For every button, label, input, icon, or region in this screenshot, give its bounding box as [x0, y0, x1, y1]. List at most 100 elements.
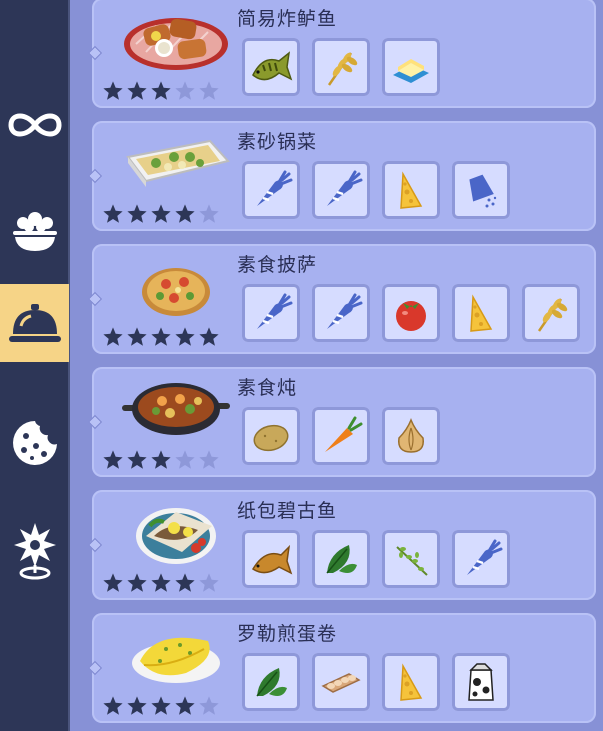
star-rating [102, 326, 220, 348]
ingredient-slot[interactable] [242, 407, 300, 465]
ingredient-slot[interactable] [312, 530, 370, 588]
card-pointer [87, 45, 103, 61]
card-pointer [87, 537, 103, 553]
ingredient-slot[interactable] [382, 530, 440, 588]
recipe-title: 罗勒煎蛋卷 [237, 623, 338, 645]
star-filled-icon [174, 572, 196, 594]
ingredient-slot[interactable] [382, 407, 440, 465]
vegetable-icon [319, 291, 363, 335]
ingredient-slot[interactable] [312, 407, 370, 465]
ingredient-slot[interactable] [242, 284, 300, 342]
cloche-icon [8, 304, 61, 342]
tomato-icon [389, 291, 433, 335]
star-filled-icon [126, 695, 148, 717]
ingredient-slot[interactable] [242, 38, 300, 96]
basil-icon [319, 537, 363, 581]
star-filled-icon [102, 695, 124, 717]
dish-image [116, 250, 236, 320]
star-rating [102, 80, 220, 102]
carrot-icon [319, 414, 363, 458]
cookie-icon [12, 421, 57, 465]
star-filled-icon [126, 203, 148, 225]
star-empty-icon [198, 449, 220, 471]
star-filled-icon [126, 326, 148, 348]
cheese-icon [389, 168, 433, 212]
ingredient-slot[interactable] [382, 38, 440, 96]
recipe-title: 简易炸鲈鱼 [237, 8, 338, 30]
star-filled-icon [102, 572, 124, 594]
eggs-icon [319, 660, 363, 704]
ingredient-slot[interactable] [452, 284, 510, 342]
ingredient-slot[interactable] [242, 653, 300, 711]
recipe-title: 纸包碧古鱼 [237, 500, 338, 522]
category-sidebar [0, 0, 70, 731]
recipe-card[interactable]: 纸包碧古鱼 [87, 490, 596, 600]
salad-bowl-icon [12, 212, 57, 251]
star-rating [102, 572, 220, 594]
ingredient-slot[interactable] [242, 530, 300, 588]
recipe-card[interactable]: 素砂锅菜 [87, 121, 596, 231]
star-rating [102, 449, 220, 471]
dish-image [116, 373, 236, 443]
star-filled-icon [102, 326, 124, 348]
perch-icon [249, 45, 293, 89]
star-empty-icon [198, 695, 220, 717]
ingredient-slot[interactable] [382, 284, 440, 342]
tab-main-dishes[interactable] [0, 284, 69, 362]
star-filled-icon [150, 572, 172, 594]
ingredient-slot[interactable] [522, 284, 580, 342]
card-pointer [87, 660, 103, 676]
ingredient-slot[interactable] [452, 161, 510, 219]
milk-icon [459, 660, 503, 704]
ingredient-slot[interactable] [382, 653, 440, 711]
ingredient-slot[interactable] [312, 161, 370, 219]
star-filled-icon [150, 203, 172, 225]
ingredient-slot[interactable] [312, 38, 370, 96]
star-filled-icon [198, 326, 220, 348]
vegetable-icon [249, 168, 293, 212]
recipe-card[interactable]: 素食炖 [87, 367, 596, 477]
star-filled-icon [102, 449, 124, 471]
card-pointer [87, 414, 103, 430]
star-filled-icon [150, 695, 172, 717]
tab-all[interactable] [0, 86, 69, 164]
star-empty-icon [198, 80, 220, 102]
tab-special[interactable] [0, 512, 69, 590]
ingredient-slot[interactable] [452, 530, 510, 588]
ingredient-list [242, 284, 580, 342]
vegetable-icon [459, 537, 503, 581]
tab-desserts[interactable] [0, 404, 69, 482]
recipe-card[interactable]: 素食披萨 [87, 244, 596, 354]
ingredient-slot[interactable] [312, 284, 370, 342]
wheat-icon [319, 45, 363, 89]
star-filled-icon [174, 326, 196, 348]
star-empty-icon [174, 80, 196, 102]
star-empty-icon [198, 203, 220, 225]
recipe-card[interactable]: 简易炸鲈鱼 [87, 0, 596, 108]
ingredient-list [242, 161, 510, 219]
butter-icon [389, 45, 433, 89]
ingredient-slot[interactable] [242, 161, 300, 219]
vegetable-icon [249, 291, 293, 335]
tab-salads[interactable] [0, 192, 69, 270]
ingredient-slot[interactable] [452, 653, 510, 711]
herb-icon [389, 537, 433, 581]
ingredient-slot[interactable] [382, 161, 440, 219]
recipe-title: 素食披萨 [237, 254, 318, 276]
star-filled-icon [150, 449, 172, 471]
wheat-icon [529, 291, 573, 335]
card-pointer [87, 168, 103, 184]
card-pointer [87, 291, 103, 307]
star-filled-icon [126, 572, 148, 594]
ingredient-slot[interactable] [312, 653, 370, 711]
infinity-icon [7, 113, 62, 137]
star-empty-icon [198, 572, 220, 594]
recipe-card[interactable]: 罗勒煎蛋卷 [87, 613, 596, 723]
star-filled-icon [174, 695, 196, 717]
cheese-icon [459, 291, 503, 335]
fish-icon [249, 537, 293, 581]
star-filled-icon [126, 449, 148, 471]
dish-image [116, 127, 236, 197]
salt-icon [459, 168, 503, 212]
star-rating [102, 695, 220, 717]
